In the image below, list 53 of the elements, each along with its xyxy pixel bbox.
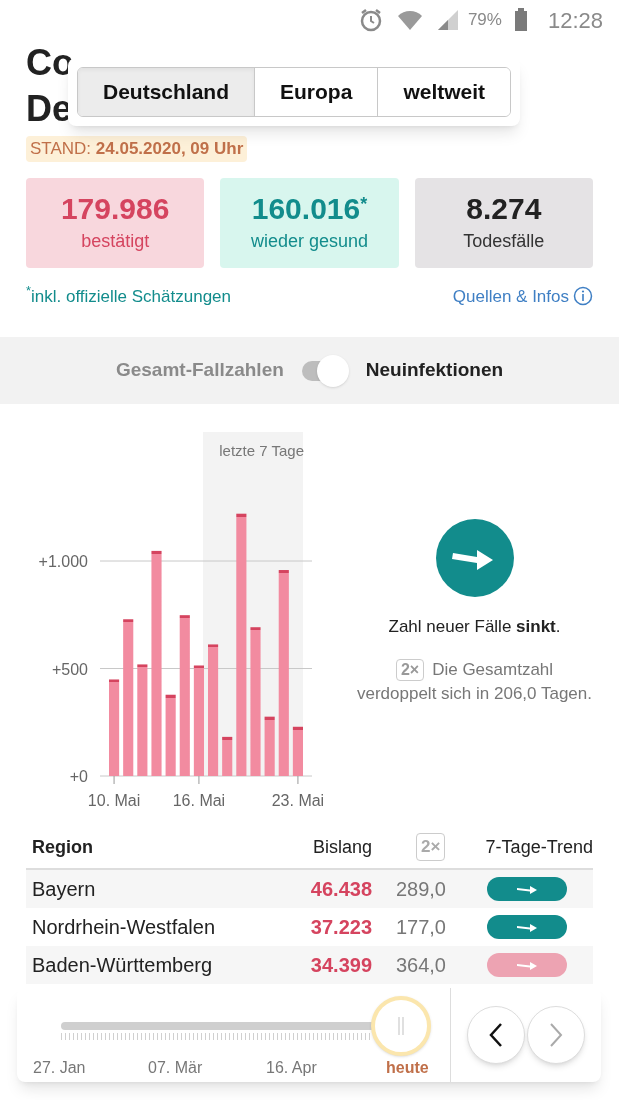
timeline-label: 27. Jan	[33, 1058, 87, 1078]
region-name: Bayern	[31, 877, 97, 902]
toggle-label: Neuinfektionen	[365, 358, 504, 383]
stat-value: 8.274	[466, 191, 542, 227]
doubling-badge: 2×	[416, 833, 446, 861]
x-tick-label: 16. Mai	[172, 792, 226, 809]
case-count: 46.438	[309, 877, 372, 902]
grip-icon	[398, 1017, 404, 1035]
y-tick-label: +500	[51, 660, 88, 678]
battery-percent: 79%	[467, 9, 502, 32]
stat-value: 179.986	[60, 191, 170, 227]
doubling-days: 177,0	[372, 912, 446, 942]
bar	[264, 716, 275, 776]
column-header: 7-Tage-Trend	[484, 835, 593, 859]
chevron-right-icon	[548, 1022, 564, 1048]
case-count: 34.399	[309, 953, 372, 978]
timeline-handle[interactable]	[371, 996, 431, 1056]
region-name: Baden-Württemberg	[31, 953, 214, 978]
stat-label: wieder gesund	[250, 230, 369, 253]
info-icon	[573, 286, 593, 307]
page-title: De	[26, 87, 73, 131]
column-header: Region	[31, 835, 94, 859]
doubling-days: 289,0	[372, 874, 446, 904]
stat-value: 160.016$^{*}$	[251, 191, 368, 227]
timeline-label: 16. Apr	[266, 1058, 318, 1078]
case-count: 37.223	[309, 915, 372, 940]
region-tab[interactable]: weltweit	[377, 68, 511, 116]
column-header: Bislang	[311, 835, 372, 859]
y-tick-label: +0	[69, 768, 88, 785]
clock-time: 12:28	[547, 6, 603, 35]
x-tick-label: 23. Mai	[271, 792, 325, 809]
battery-icon	[513, 8, 528, 32]
previous-button[interactable]	[467, 1006, 525, 1064]
bar	[222, 736, 233, 776]
region-name: Nordrhein-Westfalen	[31, 915, 217, 940]
y-tick-label: +1.000	[38, 553, 88, 570]
date-stamp: STAND: 24.05.2020, 09 Uhr	[26, 136, 248, 162]
toggle-label: Gesamt-Fallzahlen	[115, 358, 284, 383]
chevron-left-icon	[488, 1022, 504, 1048]
timeline-current-label: heute	[386, 1058, 429, 1078]
bar	[292, 726, 303, 776]
timeline-slider[interactable]	[61, 996, 431, 1056]
x-tick-label: 10. Mai	[87, 792, 141, 809]
stat-label: Todesfälle	[463, 230, 545, 253]
footnote: $^{*}$inkl. offizielle Schätzungen	[26, 283, 231, 308]
highlight-label: letzte 7 Tage	[219, 442, 304, 459]
doubling-text: 2× Die Gesamtzahl verdoppelt sich in 206,0 Tagen.	[356, 657, 593, 705]
trend-text: Zahl neuer Fälle sinkt.	[388, 616, 561, 638]
region-tab[interactable]: Deutschland	[78, 68, 255, 116]
doubling-days: 364,0	[372, 950, 446, 980]
timeline-label: 07. Mär	[148, 1058, 204, 1078]
stat-label: bestätigt	[81, 230, 150, 253]
sources-link[interactable]: Quellen & Infos	[452, 283, 593, 309]
